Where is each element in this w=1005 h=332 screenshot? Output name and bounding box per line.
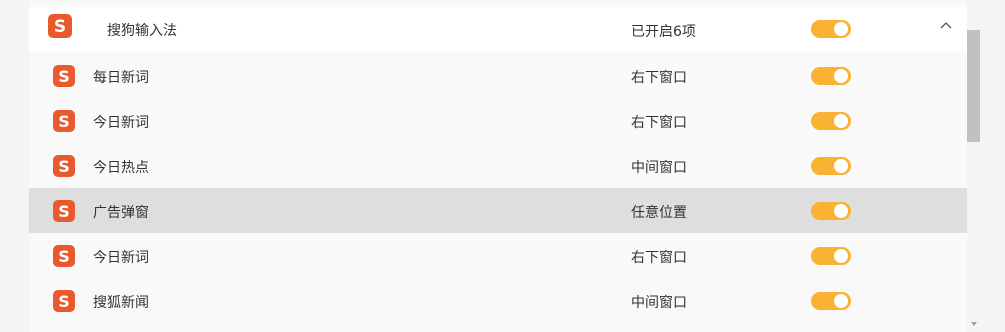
item-position: 中间窗口 xyxy=(631,160,687,176)
list-item[interactable]: S 今日热点 中间窗口 xyxy=(29,143,967,188)
group-toggle[interactable] xyxy=(811,20,851,38)
item-name: 今日热点 xyxy=(93,160,149,176)
sogou-logo-icon: S xyxy=(53,155,75,177)
sogou-logo-icon: S xyxy=(48,14,72,38)
toggle-knob xyxy=(834,249,848,263)
item-position: 中间窗口 xyxy=(631,295,687,311)
item-name: 今日新词 xyxy=(93,250,149,266)
item-name: 广告弹窗 xyxy=(93,205,149,221)
chevron-up-icon[interactable] xyxy=(939,19,953,33)
list-item[interactable]: S 广告弹窗 任意位置 xyxy=(29,188,967,233)
svg-text:S: S xyxy=(58,247,70,266)
list-item[interactable]: S 今日新词 右下窗口 xyxy=(29,98,967,143)
svg-text:S: S xyxy=(58,112,70,131)
item-toggle[interactable] xyxy=(811,247,851,265)
toggle-knob xyxy=(834,69,848,83)
item-toggle[interactable] xyxy=(811,67,851,85)
item-name: 每日新词 xyxy=(93,70,149,86)
item-name: 搜狐新闻 xyxy=(93,295,149,311)
group-status: 已开启6项 xyxy=(631,24,696,40)
scrollbar-thumb[interactable] xyxy=(967,30,980,142)
item-toggle[interactable] xyxy=(811,292,851,310)
group-name: 搜狗输入法 xyxy=(107,22,177,39)
svg-text:S: S xyxy=(58,292,70,311)
sogou-logo-icon: S xyxy=(53,110,75,132)
toggle-knob xyxy=(834,204,848,218)
list-item[interactable]: S 每日新词 右下窗口 xyxy=(29,53,967,98)
popup-list-panel: S 搜狗输入法 已开启6项 S 每日新词 右下窗口 S 今日新词 右下窗口 S … xyxy=(29,0,967,332)
item-name: 今日新词 xyxy=(93,115,149,131)
sogou-logo-icon: S xyxy=(53,200,75,222)
toggle-knob xyxy=(834,22,848,36)
toggle-knob xyxy=(834,159,848,173)
group-header-sogou[interactable]: S 搜狗输入法 已开启6项 xyxy=(29,7,967,52)
list-item[interactable]: S 今日新词 右下窗口 xyxy=(29,233,967,278)
svg-text:S: S xyxy=(58,67,70,86)
scroll-down-arrow-icon[interactable] xyxy=(971,322,977,326)
sogou-logo-icon: S xyxy=(53,65,75,87)
item-position: 右下窗口 xyxy=(631,250,687,266)
item-position: 右下窗口 xyxy=(631,70,687,86)
svg-text:S: S xyxy=(58,202,70,221)
sogou-logo-icon: S xyxy=(53,245,75,267)
svg-text:S: S xyxy=(58,157,70,176)
item-toggle[interactable] xyxy=(811,112,851,130)
item-position: 任意位置 xyxy=(631,205,687,221)
list-item[interactable]: S 搜狐新闻 中间窗口 xyxy=(29,278,967,323)
sogou-logo-icon: S xyxy=(53,290,75,312)
toggle-knob xyxy=(834,114,848,128)
svg-text:S: S xyxy=(54,17,66,37)
item-toggle[interactable] xyxy=(811,157,851,175)
item-position: 右下窗口 xyxy=(631,115,687,131)
toggle-knob xyxy=(834,294,848,308)
item-toggle[interactable] xyxy=(811,202,851,220)
